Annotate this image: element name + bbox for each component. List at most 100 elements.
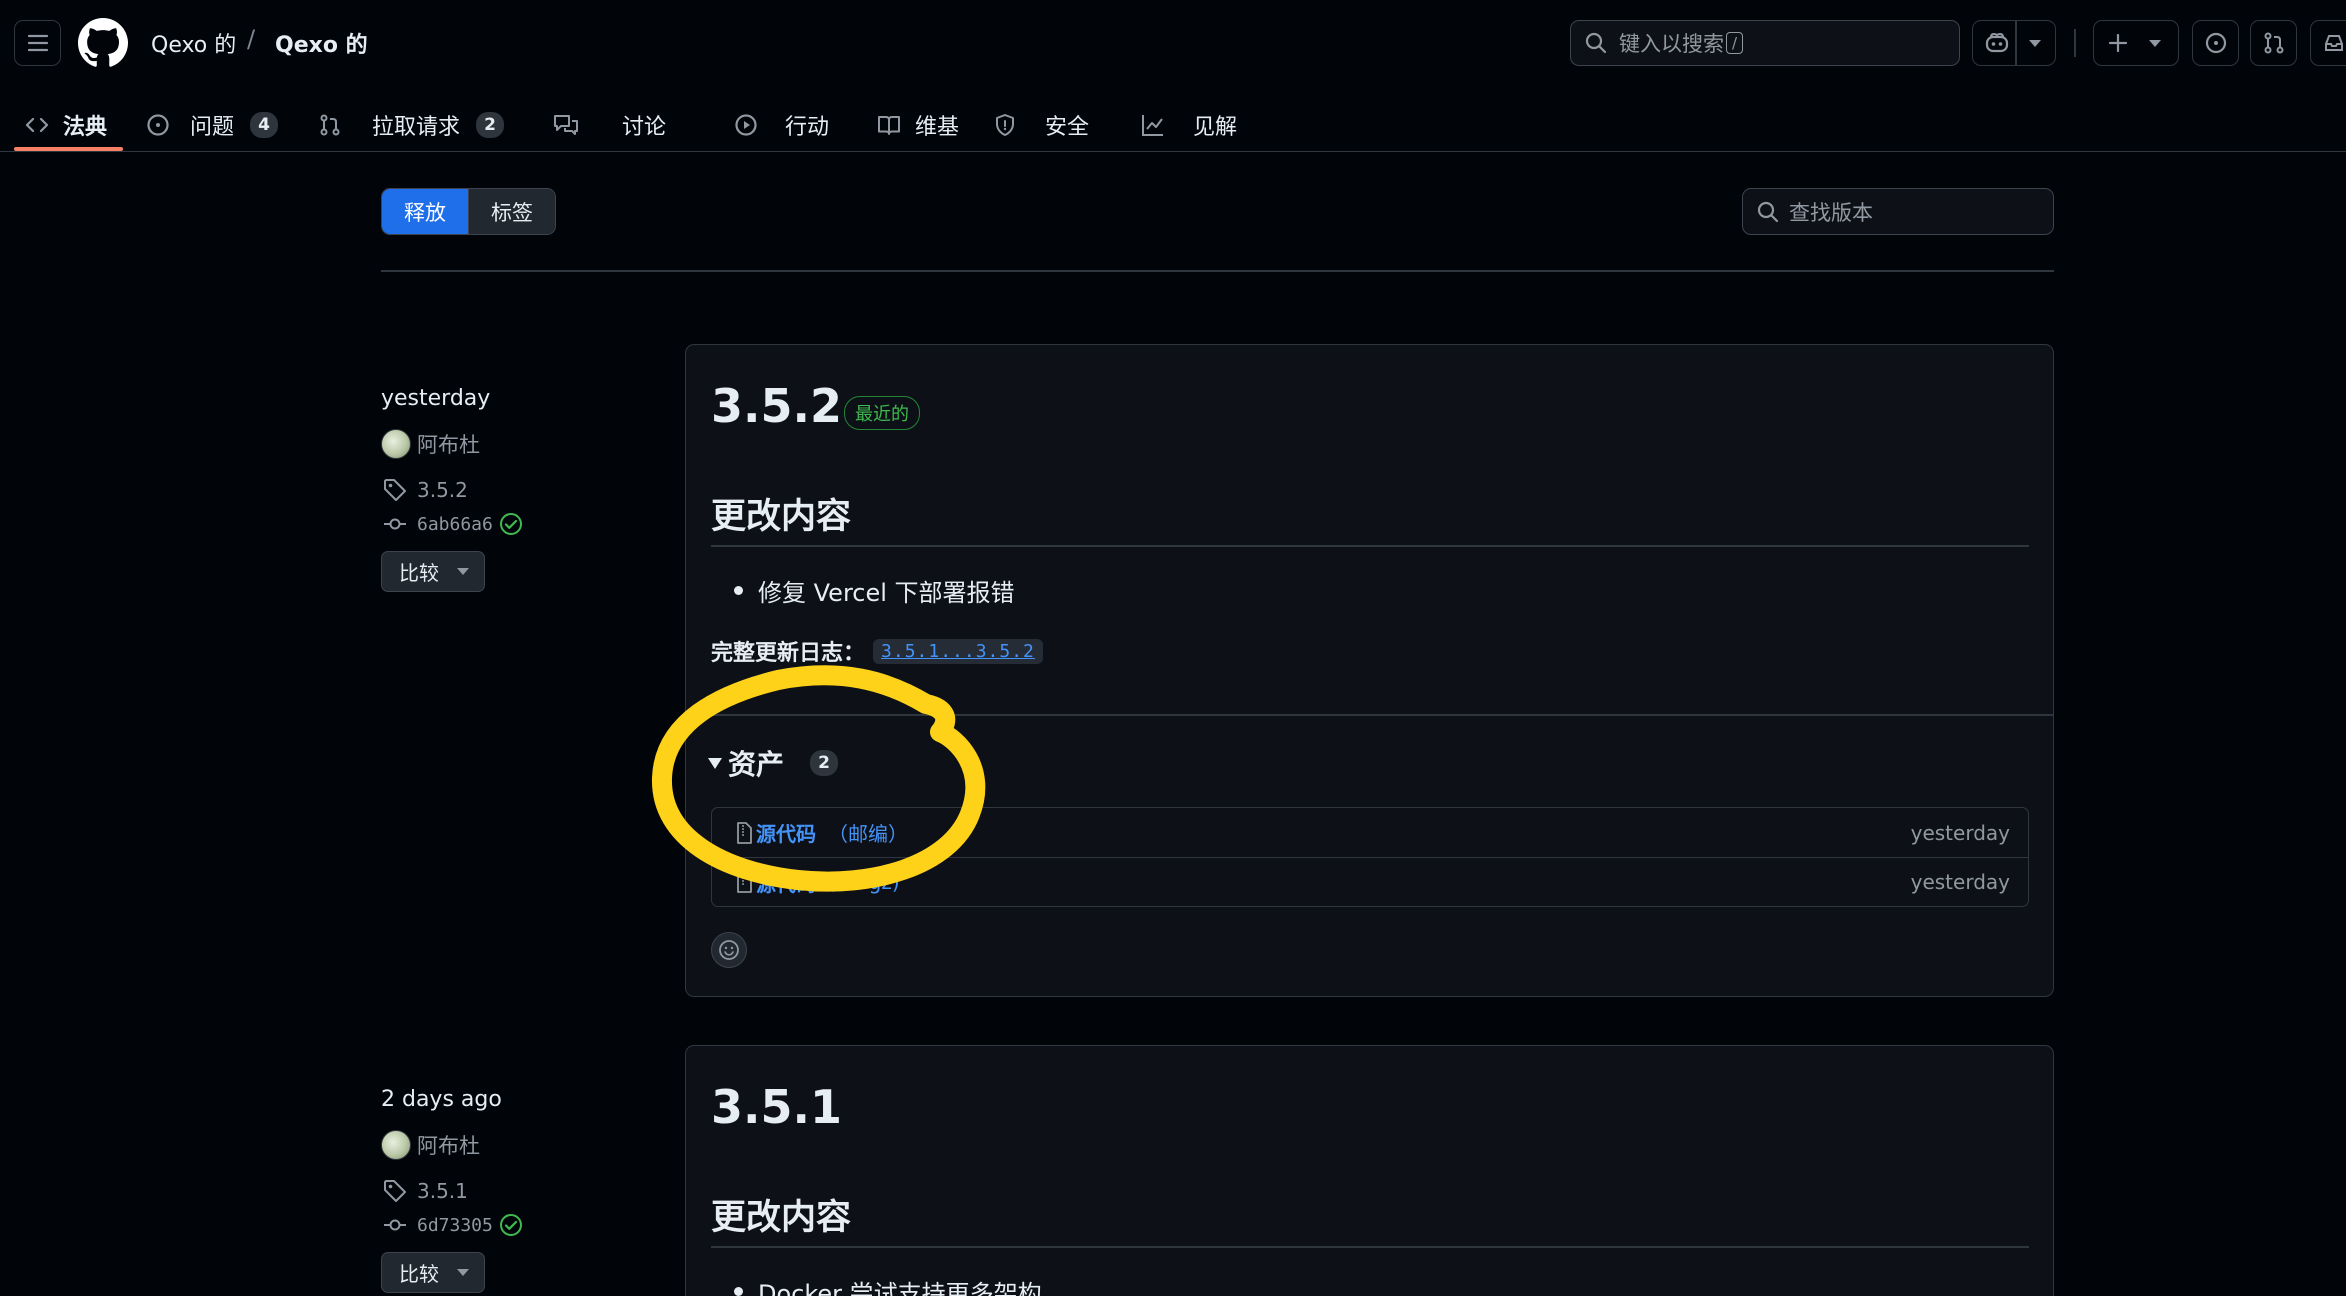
inbox-button[interactable] — [2310, 20, 2346, 66]
issues-button[interactable] — [2192, 20, 2239, 66]
release-date[interactable]: 2 days ago — [381, 1087, 502, 1112]
heading-rule — [711, 1246, 2029, 1248]
full-changelog-label: 完整更新日志： — [711, 641, 866, 666]
discussion-icon — [554, 115, 578, 135]
verified-check-icon — [499, 513, 522, 535]
book-icon — [878, 116, 900, 135]
search-icon — [1757, 201, 1779, 222]
play-icon — [735, 114, 757, 136]
assets-label: 资产 — [728, 748, 785, 781]
asset-name: 源代码 — [756, 871, 816, 896]
release-card: 3.5.1 更改内容 Docker 尝试支持更多架构 — [685, 1045, 2054, 1296]
section-heading: 更改内容 — [711, 497, 852, 537]
tag-name: 3.5.1 — [417, 1179, 468, 1203]
change-text: 修复 Vercel 下部署报错 — [758, 579, 1015, 607]
copilot-icon — [1985, 32, 2009, 53]
tab-discussions[interactable]: 讨论 — [553, 98, 666, 152]
release-title[interactable]: 3.5.2 — [711, 379, 842, 433]
global-search-input[interactable]: 键入以搜索 / — [1570, 20, 1960, 66]
compare-label: 比较 — [399, 1262, 439, 1286]
compare-button[interactable]: 比较 — [381, 1252, 485, 1293]
author-name: 阿布杜 — [417, 433, 480, 457]
tab-label: 安全 — [1045, 115, 1090, 140]
full-changelog: 完整更新日志： 3.5.1...3.5.2 — [711, 635, 1043, 667]
pull-requests-counter: 2 — [476, 112, 505, 138]
tab-label: 维基 — [915, 115, 960, 140]
inbox-icon — [2324, 35, 2343, 51]
tab-label: 见解 — [1193, 115, 1238, 140]
assets-list: 源代码 （邮编） yesterday 源代码 (tar.gz) yesterda… — [711, 807, 2029, 907]
tag-icon — [384, 479, 406, 501]
commit-icon — [384, 518, 406, 530]
repo-navigation: 法典 问题 4 拉取请求 2 讨论 行动 维基 安全 见解 — [0, 98, 2346, 152]
change-list-item: 修复 Vercel 下部署报错 — [734, 573, 1015, 608]
tab-security[interactable]: 安全 — [994, 98, 1089, 152]
tab-code[interactable]: 法典 — [25, 98, 107, 152]
assets-toggle[interactable]: 资产 2 — [708, 743, 839, 783]
smiley-icon — [719, 940, 739, 960]
pull-requests-button[interactable] — [2250, 20, 2297, 66]
tags-tab[interactable]: 标签 — [468, 189, 555, 234]
issue-icon — [147, 114, 169, 136]
verified-check-icon — [499, 1214, 522, 1236]
tag-name: 3.5.2 — [417, 478, 468, 502]
commit-sha: 6d73305 — [417, 1214, 493, 1236]
compare-button[interactable]: 比较 — [381, 551, 485, 592]
chevron-down-icon — [457, 568, 469, 575]
chevron-down-icon — [457, 1269, 469, 1276]
tab-wiki[interactable]: 维基 — [877, 98, 959, 152]
release-author[interactable]: 阿布杜 — [381, 429, 480, 459]
asset-kind: （邮编） — [828, 822, 908, 846]
tab-label: 讨论 — [622, 115, 667, 140]
tab-label: 问题 — [190, 115, 235, 140]
heading-rule — [711, 545, 2029, 547]
github-logo[interactable] — [78, 18, 128, 68]
zip-file-icon — [737, 821, 752, 844]
card-divider — [686, 714, 2053, 716]
asset-time: yesterday — [1910, 820, 2010, 845]
release-author[interactable]: 阿布杜 — [381, 1130, 480, 1160]
asset-name: 源代码 — [756, 822, 816, 846]
tab-pull-requests[interactable]: 拉取请求 2 — [318, 98, 505, 152]
asset-row[interactable]: 源代码 (tar.gz) yesterday — [712, 857, 2028, 906]
add-reaction-button[interactable] — [711, 932, 747, 968]
menu-button[interactable] — [14, 20, 61, 66]
bullet — [734, 586, 743, 595]
search-shortcut-key: / — [1726, 32, 1744, 54]
breadcrumb-owner[interactable]: Qexo 的 — [151, 27, 236, 59]
tab-insights[interactable]: 见解 — [1141, 98, 1237, 152]
copilot-button[interactable] — [1972, 20, 2056, 66]
release-commit[interactable]: 6d73305 — [383, 1213, 523, 1237]
releases-tab[interactable]: 释放 — [382, 189, 468, 234]
find-release-input[interactable]: 查找版本 — [1742, 188, 2054, 235]
avatar — [381, 429, 411, 459]
full-changelog-link[interactable]: 3.5.1...3.5.2 — [873, 638, 1043, 664]
graph-icon — [1142, 115, 1163, 136]
create-new-button[interactable] — [2093, 20, 2179, 66]
assets-counter: 2 — [810, 750, 839, 776]
zip-file-icon — [737, 871, 752, 893]
asset-row[interactable]: 源代码 （邮编） yesterday — [712, 808, 2028, 857]
search-icon — [1585, 32, 1607, 54]
release-card: 3.5.2 最近的 更改内容 修复 Vercel 下部署报错 完整更新日志： 3… — [685, 344, 2054, 997]
change-list-item: Docker 尝试支持更多架构 — [734, 1274, 1042, 1296]
global-header: Qexo 的 / Qexo 的 键入以搜索 / 法典 问题 4 拉取请求 2 讨… — [0, 0, 2346, 152]
latest-badge: 最近的 — [844, 396, 920, 430]
chevron-down-icon — [2029, 40, 2041, 47]
breadcrumb-repo[interactable]: Qexo 的 — [275, 27, 368, 59]
bullet — [734, 1287, 743, 1296]
release-tag[interactable]: 3.5.2 — [383, 478, 468, 502]
tag-icon — [384, 1180, 406, 1202]
release-commit[interactable]: 6ab66a6 — [383, 512, 523, 536]
subnav-divider — [381, 270, 2054, 272]
compare-label: 比较 — [399, 561, 439, 585]
issue-icon — [2205, 32, 2226, 54]
release-title[interactable]: 3.5.1 — [711, 1080, 842, 1134]
release-date[interactable]: yesterday — [381, 386, 490, 411]
author-name: 阿布杜 — [417, 1134, 480, 1158]
tab-label: 法典 — [63, 115, 108, 140]
release-tag[interactable]: 3.5.1 — [383, 1179, 468, 1203]
tab-issues[interactable]: 问题 4 — [146, 98, 279, 152]
tab-actions[interactable]: 行动 — [734, 98, 829, 152]
plus-icon — [2108, 33, 2128, 53]
